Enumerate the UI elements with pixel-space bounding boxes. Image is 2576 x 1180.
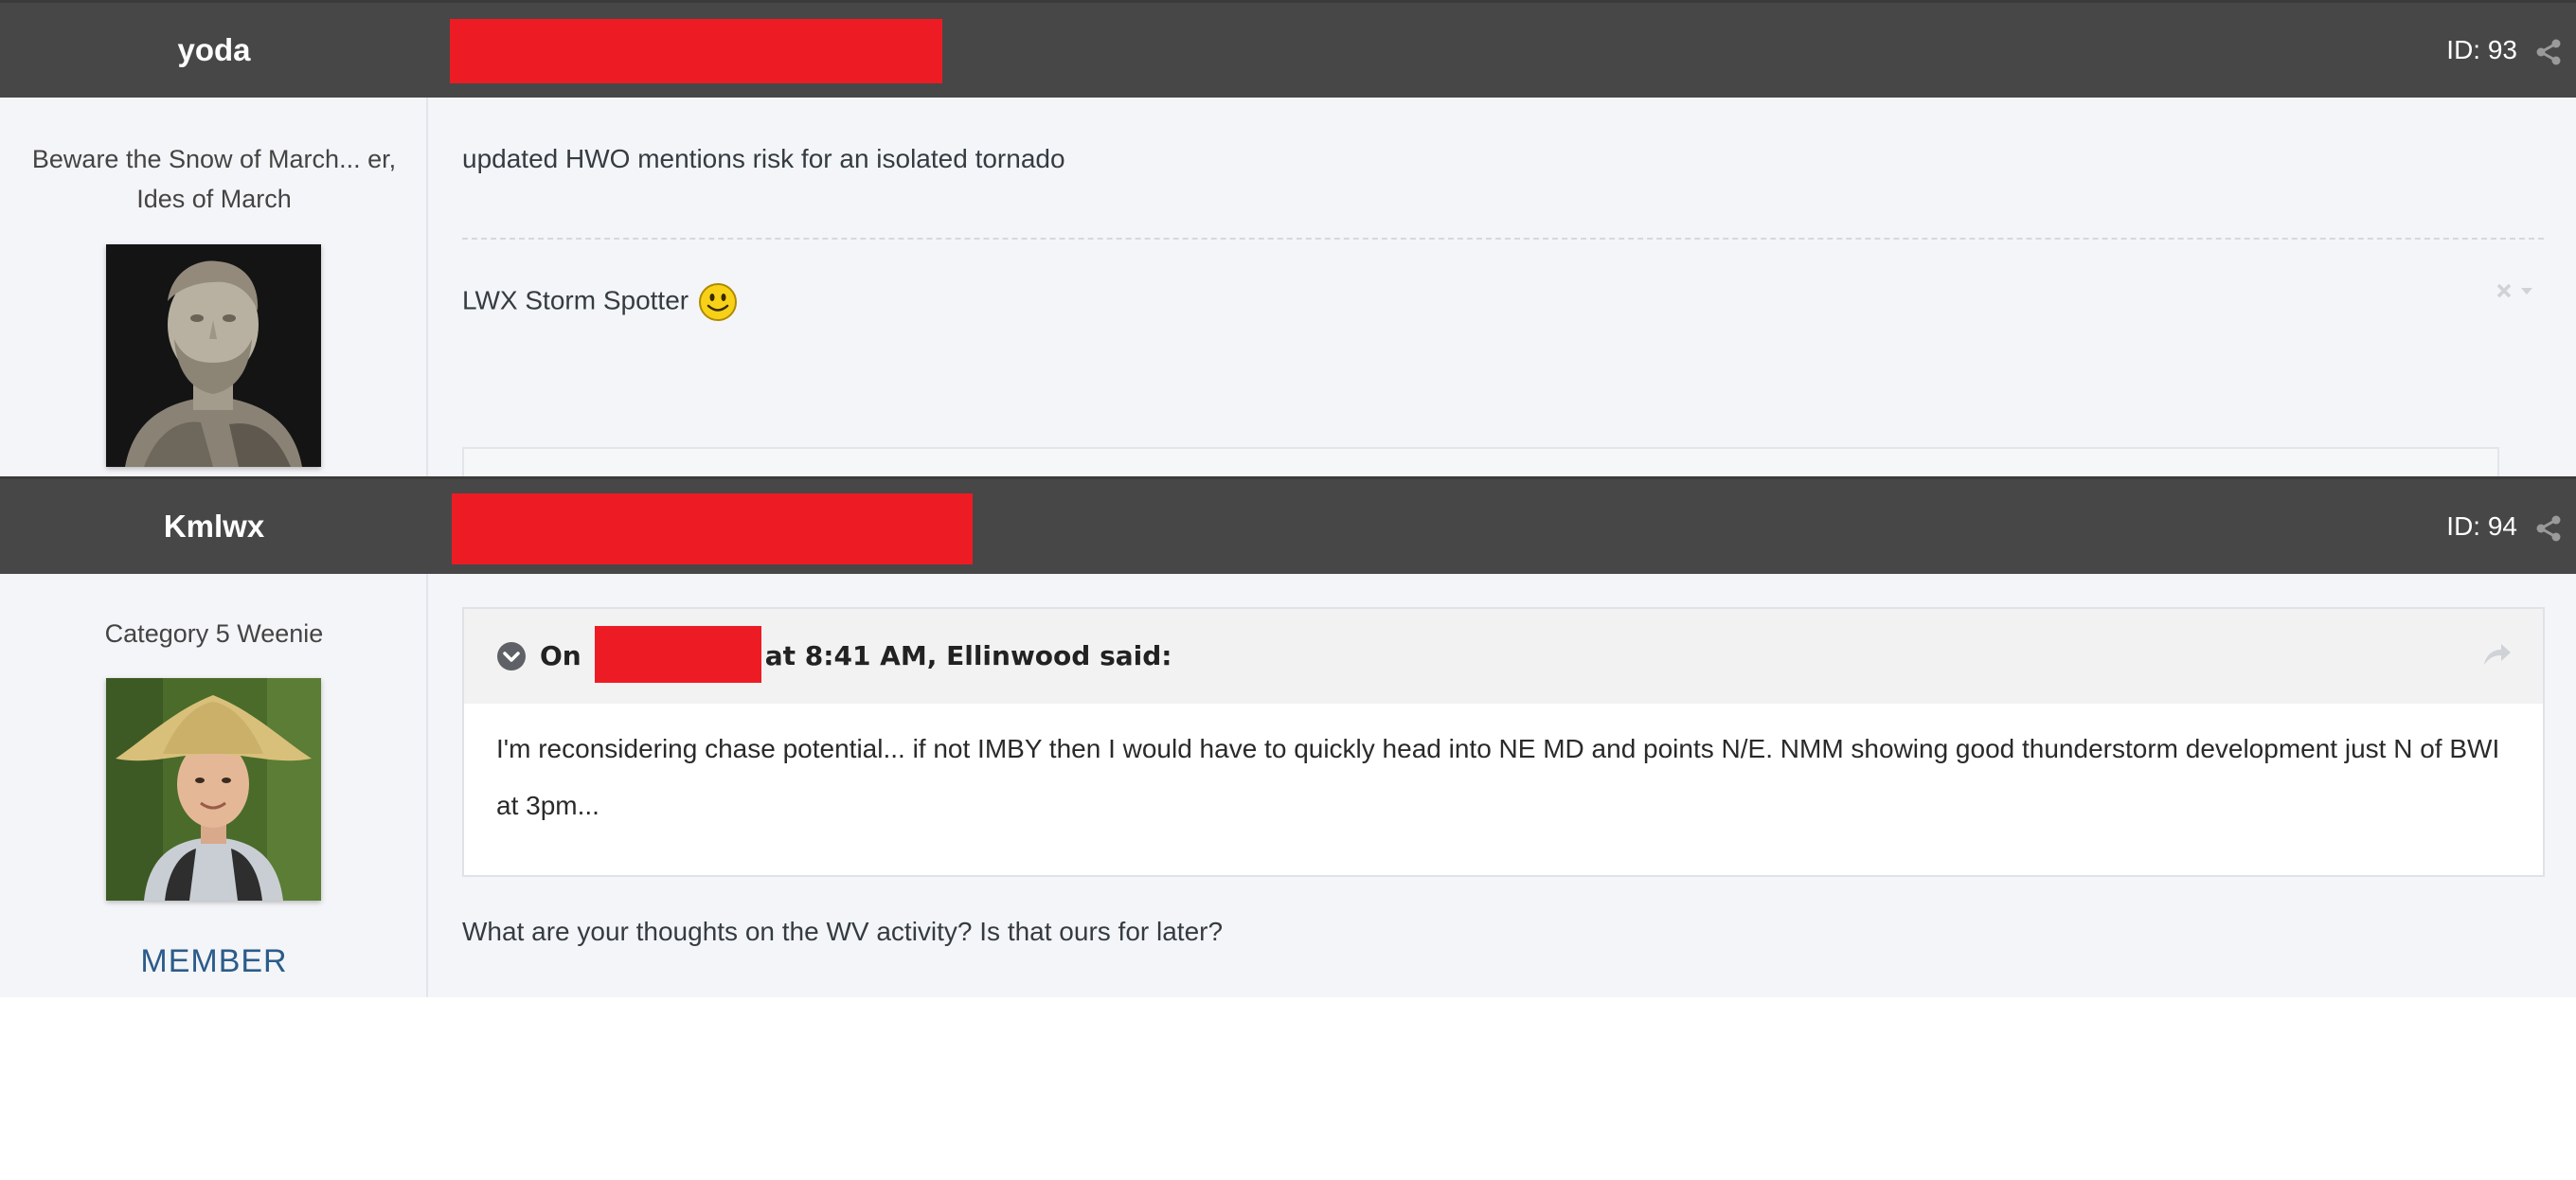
redacted-block	[452, 493, 973, 564]
signature-options-icon[interactable]	[2493, 277, 2544, 306]
avatar[interactable]	[106, 244, 321, 467]
forum-post: Kmlwx ID: 94 Category 5 Weenie MEMBER On…	[0, 476, 2576, 997]
author-sidebar: Beware the Snow of March... er, Ides of …	[0, 98, 428, 476]
avatar[interactable]	[106, 678, 321, 901]
post-id-link[interactable]: ID: 93	[2446, 3, 2517, 98]
author-name-link[interactable]: Kmlwx	[0, 479, 428, 574]
quote-header: On at 8:41 AM, Ellinwood said:	[464, 609, 2543, 704]
member-group-badge: MEMBER	[140, 943, 288, 979]
quote-block: On at 8:41 AM, Ellinwood said: I'm recons…	[462, 607, 2545, 877]
forum-thread: yoda ID: 93 Beware the Snow of March... …	[0, 0, 2576, 1180]
share-icon[interactable]	[2534, 515, 2563, 542]
redacted-block	[450, 19, 942, 83]
share-icon[interactable]	[2534, 39, 2563, 65]
quote-cite-prefix: On	[540, 640, 581, 671]
post-header: Kmlwx ID: 94	[0, 476, 2576, 574]
redacted-block	[594, 626, 761, 683]
marble-bust-avatar	[106, 244, 321, 467]
quote-citation: On at 8:41 AM, Ellinwood said:	[540, 609, 1172, 704]
post-signature: LWX Storm Spotter	[462, 282, 738, 322]
signature-divider	[462, 238, 2544, 240]
post-content: What are your thoughts on the WV activit…	[462, 917, 1224, 946]
post-id-link[interactable]: ID: 94	[2446, 479, 2517, 574]
go-to-quoted-post-icon[interactable]	[2480, 640, 2513, 669]
chevron-down-icon[interactable]	[496, 641, 527, 671]
author-sidebar: Category 5 Weenie MEMBER	[0, 574, 428, 997]
quote-text: I'm reconsidering chase potential... if …	[496, 734, 2500, 820]
user-title: Beware the Snow of March... er, Ides of …	[31, 145, 397, 213]
post-header: yoda ID: 93	[0, 0, 2576, 98]
quote-cite-suffix: at 8:41 AM, Ellinwood said:	[764, 640, 1172, 671]
smiley-icon	[699, 283, 738, 321]
signature-text: LWX Storm Spotter	[462, 285, 689, 315]
post-footer-box	[462, 447, 2499, 476]
person-straw-hat-avatar	[106, 678, 321, 901]
user-title: Category 5 Weenie	[104, 619, 324, 648]
forum-post: yoda ID: 93 Beware the Snow of March... …	[0, 0, 2576, 476]
author-name-link[interactable]: yoda	[0, 3, 428, 98]
post-content: updated HWO mentions risk for an isolate…	[462, 144, 1065, 173]
